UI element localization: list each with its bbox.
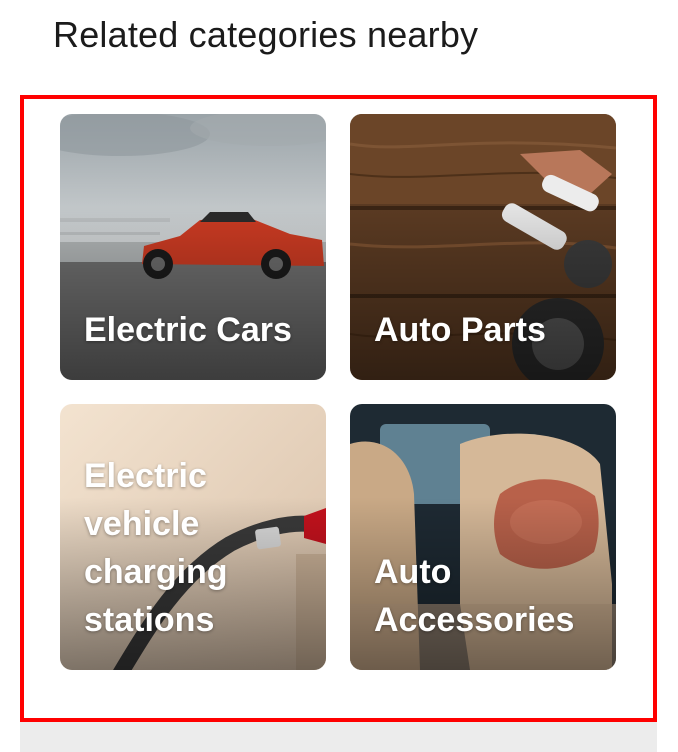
category-card-ev-charging-stations[interactable]: Electric vehicle charging stations [60, 404, 326, 670]
category-label: Electric vehicle charging stations [84, 457, 228, 639]
category-label: Electric Cars [84, 311, 292, 349]
category-label: Auto Accessories [374, 553, 575, 639]
category-label: Auto Parts [374, 311, 546, 349]
section-title: Related categories nearby [53, 14, 479, 55]
category-card-auto-accessories[interactable]: Auto Accessories [350, 404, 616, 670]
category-card-electric-cars[interactable]: Electric Cars [60, 114, 326, 380]
category-card-auto-parts[interactable]: Auto Parts [350, 114, 616, 380]
bottom-divider [20, 722, 657, 752]
